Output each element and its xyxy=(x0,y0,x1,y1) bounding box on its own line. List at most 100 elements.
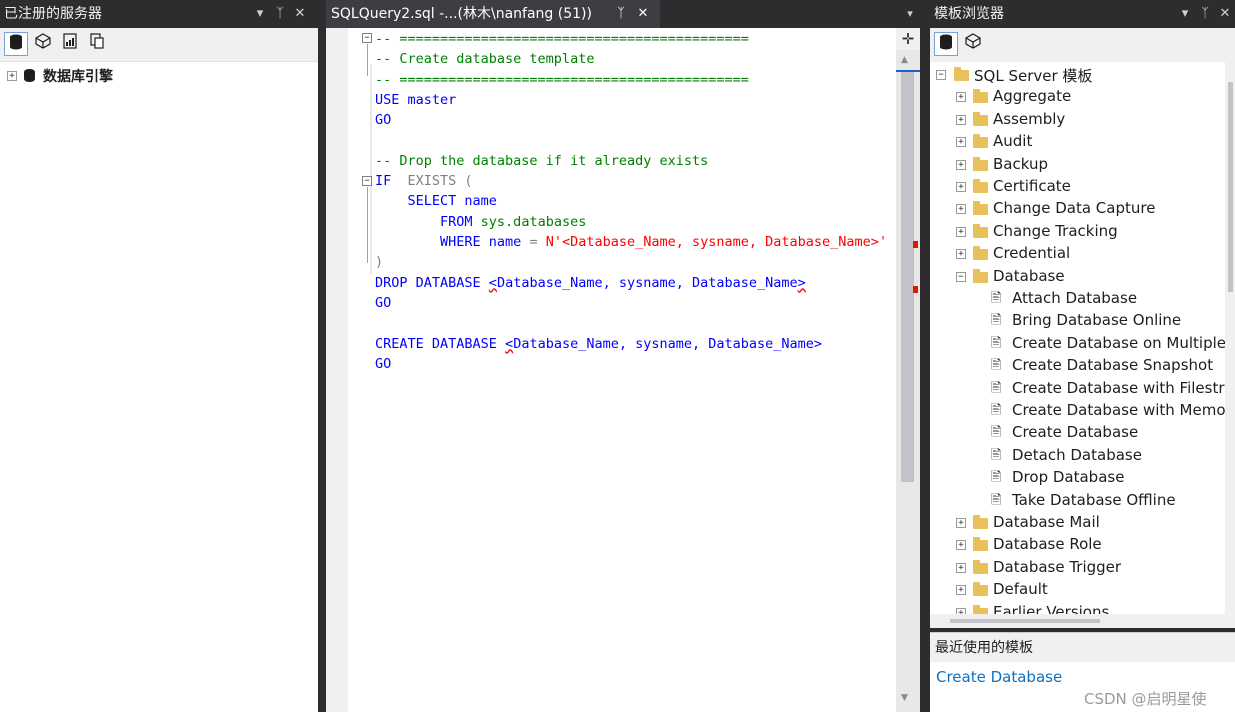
template-tree-scroll-thumb[interactable] xyxy=(1228,82,1233,292)
tree-folder-item[interactable]: Change Data Capture xyxy=(993,199,1155,217)
code-token: EXISTS ( xyxy=(391,173,473,190)
tree-folder-item[interactable]: Credential xyxy=(993,244,1070,262)
code-token: name xyxy=(456,193,497,210)
tree-template-item[interactable]: Take Database Offline xyxy=(1012,491,1176,509)
tree-folder-item[interactable]: Earlier Versions xyxy=(993,603,1109,614)
expand-icon[interactable]: + xyxy=(956,182,966,192)
tree-folder-item[interactable]: Backup xyxy=(993,155,1048,173)
analysis-services-icon[interactable] xyxy=(31,32,55,56)
analysis-services-templates-icon[interactable] xyxy=(961,32,985,56)
close-icon[interactable]: ✕ xyxy=(1215,0,1235,28)
expand-icon[interactable]: + xyxy=(7,71,17,81)
code-token: DROP DATABASE xyxy=(375,274,489,291)
close-icon[interactable]: ✕ xyxy=(290,0,310,28)
expand-icon[interactable]: + xyxy=(956,159,966,170)
integration-services-icon[interactable] xyxy=(85,32,109,56)
code-token: Database_Name, sysname, Database_Name xyxy=(496,274,798,291)
expand-icon[interactable]: + xyxy=(956,204,966,215)
template-browser-controls: ▾ ᛉ ✕ xyxy=(1175,0,1235,28)
code-token: master xyxy=(399,91,457,108)
tree-template-item[interactable]: Attach Database xyxy=(1012,289,1137,307)
code-line[interactable]: SELECT name xyxy=(375,191,497,211)
collapse-region-icon[interactable]: − xyxy=(362,176,372,186)
pin-icon[interactable]: ᛉ xyxy=(1195,0,1215,28)
tree-folder-item[interactable]: Database Trigger xyxy=(993,558,1121,576)
collapse-region-icon[interactable]: − xyxy=(362,33,372,43)
code-line[interactable]: ) xyxy=(375,252,383,272)
code-line[interactable]: IF EXISTS ( xyxy=(375,171,473,191)
expand-icon[interactable]: + xyxy=(956,137,966,148)
folder-icon xyxy=(973,246,988,261)
code-line[interactable]: GO xyxy=(375,110,391,130)
error-marker[interactable] xyxy=(913,286,918,293)
code-token: GO xyxy=(375,355,392,372)
tree-template-item[interactable]: Drop Database xyxy=(1012,468,1124,486)
code-line[interactable]: GO xyxy=(375,354,391,374)
expand-icon[interactable]: + xyxy=(956,562,966,573)
template-file-icon: 🖹 xyxy=(991,291,1002,306)
code-line[interactable]: -- Drop the database if it already exist… xyxy=(375,151,708,171)
code-line[interactable]: WHERE name = N'<Database_Name, sysname, … xyxy=(375,232,887,252)
tree-template-item[interactable]: Create Database with Memor xyxy=(1012,401,1232,419)
code-token: Database_Name, sysname, Database_Name> xyxy=(513,335,823,352)
scroll-down-icon[interactable]: ▼ xyxy=(901,693,908,703)
expand-icon[interactable]: + xyxy=(956,114,966,125)
expand-icon[interactable]: + xyxy=(956,226,966,237)
tab-close-icon[interactable]: ✕ xyxy=(632,0,654,28)
tree-folder-item[interactable]: Aggregate xyxy=(993,87,1071,105)
tree-item-sql-server-templates[interactable]: SQL Server 模板 xyxy=(974,65,1092,86)
code-line[interactable]: -- Create database template xyxy=(375,49,594,69)
sql-server-templates-icon[interactable] xyxy=(934,32,958,56)
dropdown-icon[interactable]: ▾ xyxy=(250,0,270,28)
collapse-icon[interactable]: − xyxy=(956,271,966,282)
tree-folder-item[interactable]: Database Role xyxy=(993,535,1102,553)
expand-icon[interactable]: + xyxy=(956,540,966,551)
left-splitter[interactable] xyxy=(318,28,326,712)
tree-item-database-engine[interactable]: 数据库引擎 xyxy=(43,66,113,86)
expand-icon[interactable]: + xyxy=(956,92,966,103)
tree-template-item[interactable]: Bring Database Online xyxy=(1012,311,1181,329)
watermark: CSDN @启明星使 xyxy=(1084,690,1207,708)
code-line[interactable]: FROM sys.databases xyxy=(375,212,586,232)
code-line[interactable]: USE master xyxy=(375,90,456,110)
tree-folder-item[interactable]: Change Tracking xyxy=(993,222,1118,240)
tree-folder-item[interactable]: Assembly xyxy=(993,110,1065,128)
tree-folder-item[interactable]: Database xyxy=(993,267,1065,285)
code-line[interactable]: DROP DATABASE <Database_Name, sysname, D… xyxy=(375,273,806,293)
template-tree-hscroll-thumb[interactable] xyxy=(950,619,1100,623)
scroll-up-icon[interactable]: ▲ xyxy=(901,55,908,65)
error-marker[interactable] xyxy=(913,241,918,248)
tab-overflow-dropdown-icon[interactable]: ▾ xyxy=(900,0,920,28)
tree-template-item[interactable]: Create Database xyxy=(1012,423,1138,441)
tree-template-item[interactable]: Detach Database xyxy=(1012,446,1142,464)
editor-margin xyxy=(326,28,348,712)
reporting-services-icon[interactable] xyxy=(58,32,82,56)
query-editor[interactable]: − − -- =================================… xyxy=(348,28,896,712)
tree-template-item[interactable]: Create Database Snapshot xyxy=(1012,356,1213,374)
database-engine-icon[interactable] xyxy=(4,32,28,56)
expand-icon[interactable]: + xyxy=(956,585,966,596)
tree-folder-item[interactable]: Audit xyxy=(993,132,1032,150)
code-line[interactable]: -- =====================================… xyxy=(375,29,749,49)
tree-template-item[interactable]: Create Database on Multiple xyxy=(1012,334,1226,352)
right-splitter[interactable] xyxy=(920,28,930,712)
tab-pin-icon[interactable]: ᛉ xyxy=(610,0,632,28)
split-window-icon[interactable]: ✛ xyxy=(896,28,920,50)
code-line[interactable]: -- =====================================… xyxy=(375,70,749,90)
dropdown-icon[interactable]: ▾ xyxy=(1175,0,1195,28)
code-token: -- =====================================… xyxy=(375,71,749,88)
tree-folder-item[interactable]: Default xyxy=(993,580,1048,598)
collapse-icon[interactable]: − xyxy=(936,70,946,80)
folder-icon xyxy=(973,515,988,529)
expand-icon[interactable]: + xyxy=(956,518,966,528)
code-line[interactable]: CREATE DATABASE <Database_Name, sysname,… xyxy=(375,334,822,354)
tree-folder-item[interactable]: Database Mail xyxy=(993,513,1100,531)
pin-icon[interactable]: ᛉ xyxy=(270,0,290,28)
recent-template-link[interactable]: Create Database xyxy=(936,668,1062,686)
tree-template-item[interactable]: Create Database with Filestre xyxy=(1012,379,1233,397)
code-line[interactable]: GO xyxy=(375,293,391,313)
folder-icon xyxy=(973,537,988,552)
tree-folder-item[interactable]: Certificate xyxy=(993,177,1071,195)
scrollbar-thumb[interactable] xyxy=(901,72,914,482)
expand-icon[interactable]: + xyxy=(956,249,966,260)
